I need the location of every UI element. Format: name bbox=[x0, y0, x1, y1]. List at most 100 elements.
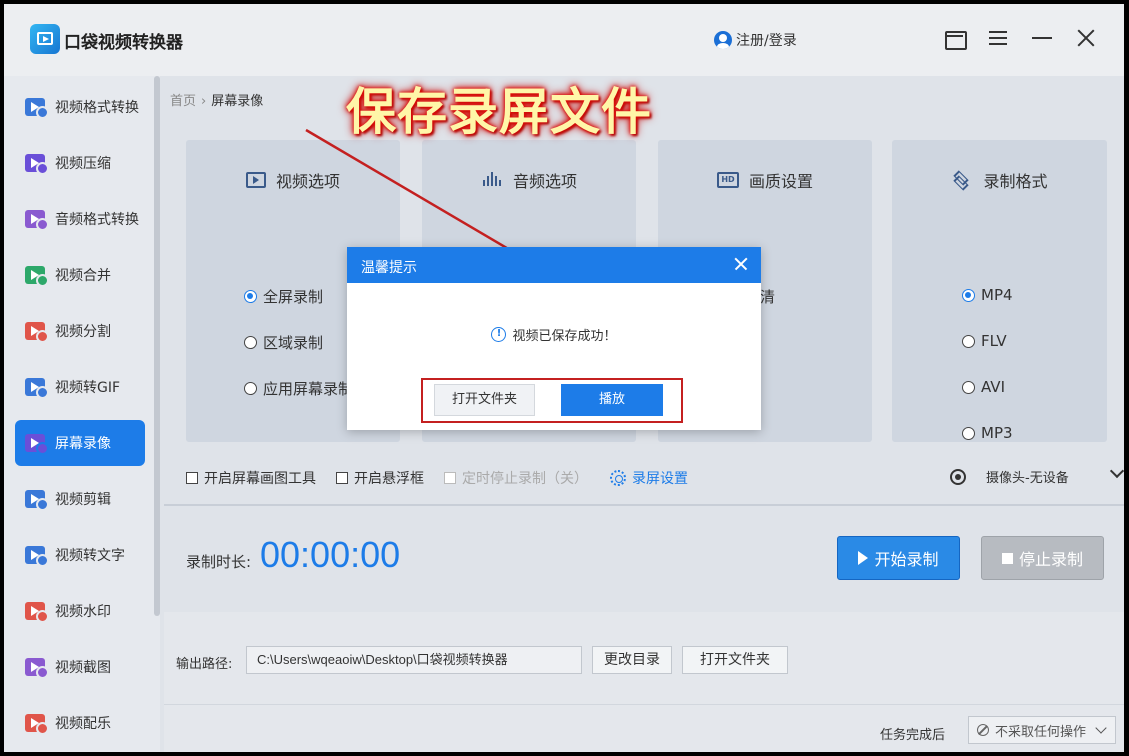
ban-icon bbox=[977, 724, 989, 736]
tip-dialog: 温馨提示 ! 视频已保存成功！ 打开文件夹 播放 bbox=[347, 247, 761, 430]
dialog-open-folder-button[interactable]: 打开文件夹 bbox=[434, 384, 535, 416]
radio-button[interactable] bbox=[244, 382, 257, 395]
folder-icon[interactable] bbox=[942, 26, 967, 50]
record-format-title: 录制格式 bbox=[983, 172, 1048, 191]
breadcrumb-current: 屏幕录像 bbox=[211, 94, 264, 109]
audio-options-title: 音频选项 bbox=[512, 172, 577, 191]
options-row: 开启屏幕画图工具 开启悬浮框 定时停止录制（关） 录屏设置 摄像头-无设备 bbox=[186, 463, 1124, 488]
app-title: 口袋视频转换器 bbox=[64, 33, 183, 53]
video-option-label: 全屏录制 bbox=[263, 288, 324, 306]
sidebar-item[interactable]: 屏幕录像 bbox=[15, 420, 145, 466]
gear-icon bbox=[610, 470, 626, 486]
dialog-close-icon[interactable] bbox=[733, 256, 749, 272]
login-button[interactable]: 注册/登录 bbox=[714, 30, 797, 50]
tool-icon bbox=[25, 490, 49, 511]
video-options-title: 视频选项 bbox=[275, 172, 340, 191]
open-folder-button[interactable]: 打开文件夹 bbox=[682, 646, 788, 674]
record-settings-button[interactable]: 录屏设置 bbox=[610, 468, 688, 488]
sidebar-item-label: 视频格式转换 bbox=[55, 100, 139, 116]
divider bbox=[164, 504, 1124, 506]
tool-icon bbox=[25, 378, 49, 399]
dialog-header: 温馨提示 bbox=[347, 247, 761, 283]
minimize-icon[interactable] bbox=[1030, 26, 1054, 50]
format-option-label: MP4 bbox=[981, 286, 1013, 304]
radio-button[interactable] bbox=[962, 334, 975, 348]
video-option[interactable]: 应用屏幕录制 bbox=[244, 378, 353, 399]
tool-icon bbox=[25, 98, 49, 119]
duration-label: 录制时长: bbox=[186, 553, 252, 571]
video-option[interactable]: 全屏录制 bbox=[244, 286, 323, 307]
layers-icon bbox=[951, 170, 973, 191]
radio-button[interactable] bbox=[244, 290, 257, 303]
sidebar-item[interactable]: 视频压缩 bbox=[15, 140, 145, 186]
timed-stop-label: 定时停止录制（关） bbox=[462, 471, 588, 487]
login-label: 注册/登录 bbox=[736, 33, 797, 49]
output-path-label: 输出路径: bbox=[176, 657, 233, 672]
menu-icon[interactable] bbox=[986, 26, 1010, 50]
output-path-field[interactable]: C:\Users\wqeaoiw\Desktop\口袋视频转换器 bbox=[246, 646, 582, 674]
dialog-title: 温馨提示 bbox=[361, 260, 417, 276]
float-box-checkbox[interactable]: 开启悬浮框 bbox=[336, 468, 424, 488]
sidebar-item[interactable]: 视频合并 bbox=[15, 252, 145, 298]
sidebar-item[interactable]: 视频转文字 bbox=[15, 532, 145, 578]
sidebar-item[interactable]: 视频水印 bbox=[15, 588, 145, 634]
sidebar: 视频格式转换 视频压缩音频格式转换视频合并视频分割视频转GIF 屏幕录像视频剪辑视频… bbox=[4, 76, 160, 752]
draw-tool-checkbox[interactable]: 开启屏幕画图工具 bbox=[186, 468, 316, 488]
record-settings-label: 录屏设置 bbox=[632, 471, 688, 487]
app-logo-icon bbox=[30, 24, 60, 54]
sidebar-item-label: 屏幕录像 bbox=[55, 436, 111, 452]
title-bar: 口袋视频转换器 注册/登录 bbox=[4, 4, 1124, 76]
format-option[interactable]: FLV bbox=[962, 332, 1007, 350]
sidebar-item-label: 视频转文字 bbox=[55, 548, 125, 564]
change-directory-button[interactable]: 更改目录 bbox=[592, 646, 672, 674]
tool-icon bbox=[25, 154, 49, 175]
after-task-label: 任务完成后 bbox=[880, 728, 946, 743]
format-option[interactable]: MP3 bbox=[962, 424, 1013, 442]
dialog-play-button[interactable]: 播放 bbox=[561, 384, 663, 416]
camera-selector[interactable]: 摄像头-无设备 bbox=[950, 467, 1069, 486]
format-option[interactable]: AVI bbox=[962, 378, 1005, 396]
draw-tool-label: 开启屏幕画图工具 bbox=[204, 471, 316, 487]
radio-button[interactable] bbox=[962, 288, 975, 302]
start-recording-button[interactable]: 开始录制 bbox=[837, 536, 960, 580]
sidebar-item[interactable]: 视频格式转换 bbox=[15, 84, 145, 130]
sidebar-item[interactable]: 音频格式转换 bbox=[15, 196, 145, 242]
float-box-label: 开启悬浮框 bbox=[354, 471, 424, 487]
start-recording-label: 开始录制 bbox=[874, 550, 939, 569]
sidebar-item[interactable]: 视频配乐 bbox=[15, 700, 145, 746]
format-option-label: MP3 bbox=[981, 424, 1013, 442]
tool-icon bbox=[25, 322, 49, 343]
radio-button[interactable] bbox=[244, 336, 257, 349]
format-option[interactable]: MP4 bbox=[962, 286, 1013, 304]
after-task-select[interactable]: 不采取任何操作 bbox=[968, 716, 1116, 744]
timed-stop-checkbox[interactable]: 定时停止录制（关） bbox=[444, 468, 588, 488]
annotation-caption: 保存录屏文件 bbox=[346, 82, 652, 141]
tool-icon bbox=[25, 602, 49, 623]
format-option-label: AVI bbox=[981, 378, 1005, 396]
hd-icon: HD bbox=[716, 172, 739, 188]
sidebar-item-label: 视频压缩 bbox=[55, 156, 111, 172]
tool-icon bbox=[25, 434, 49, 455]
video-option-label: 区域录制 bbox=[263, 334, 324, 352]
close-icon[interactable] bbox=[1074, 26, 1098, 50]
sidebar-item[interactable]: 视频分割 bbox=[15, 308, 145, 354]
sidebar-item-label: 视频合并 bbox=[55, 268, 111, 284]
video-icon bbox=[245, 172, 266, 188]
tool-icon bbox=[25, 266, 49, 287]
stop-icon bbox=[1001, 552, 1013, 564]
sidebar-item-label: 视频水印 bbox=[55, 604, 111, 620]
video-option[interactable]: 区域录制 bbox=[244, 332, 323, 353]
chevron-down-icon[interactable] bbox=[1109, 463, 1124, 479]
app-window: 口袋视频转换器 注册/登录 视频格式转换 视频压缩 音频格式转换 视频合并 视频分割 视频… bbox=[4, 4, 1124, 752]
stop-recording-button[interactable]: 停止录制 bbox=[981, 536, 1104, 580]
sidebar-item[interactable]: 视频截图 bbox=[15, 644, 145, 690]
sidebar-item-label: 视频配乐 bbox=[55, 716, 111, 732]
sidebar-item-label: 视频分割 bbox=[55, 324, 111, 340]
format-option-label: FLV bbox=[981, 332, 1007, 350]
after-task-value: 不采取任何操作 bbox=[995, 724, 1087, 740]
radio-button[interactable] bbox=[962, 380, 975, 394]
radio-button[interactable] bbox=[962, 426, 975, 440]
sidebar-item[interactable]: 视频转GIF bbox=[15, 364, 145, 410]
sidebar-item[interactable]: 视频剪辑 bbox=[15, 476, 145, 522]
breadcrumb-home[interactable]: 首页 bbox=[170, 94, 196, 109]
